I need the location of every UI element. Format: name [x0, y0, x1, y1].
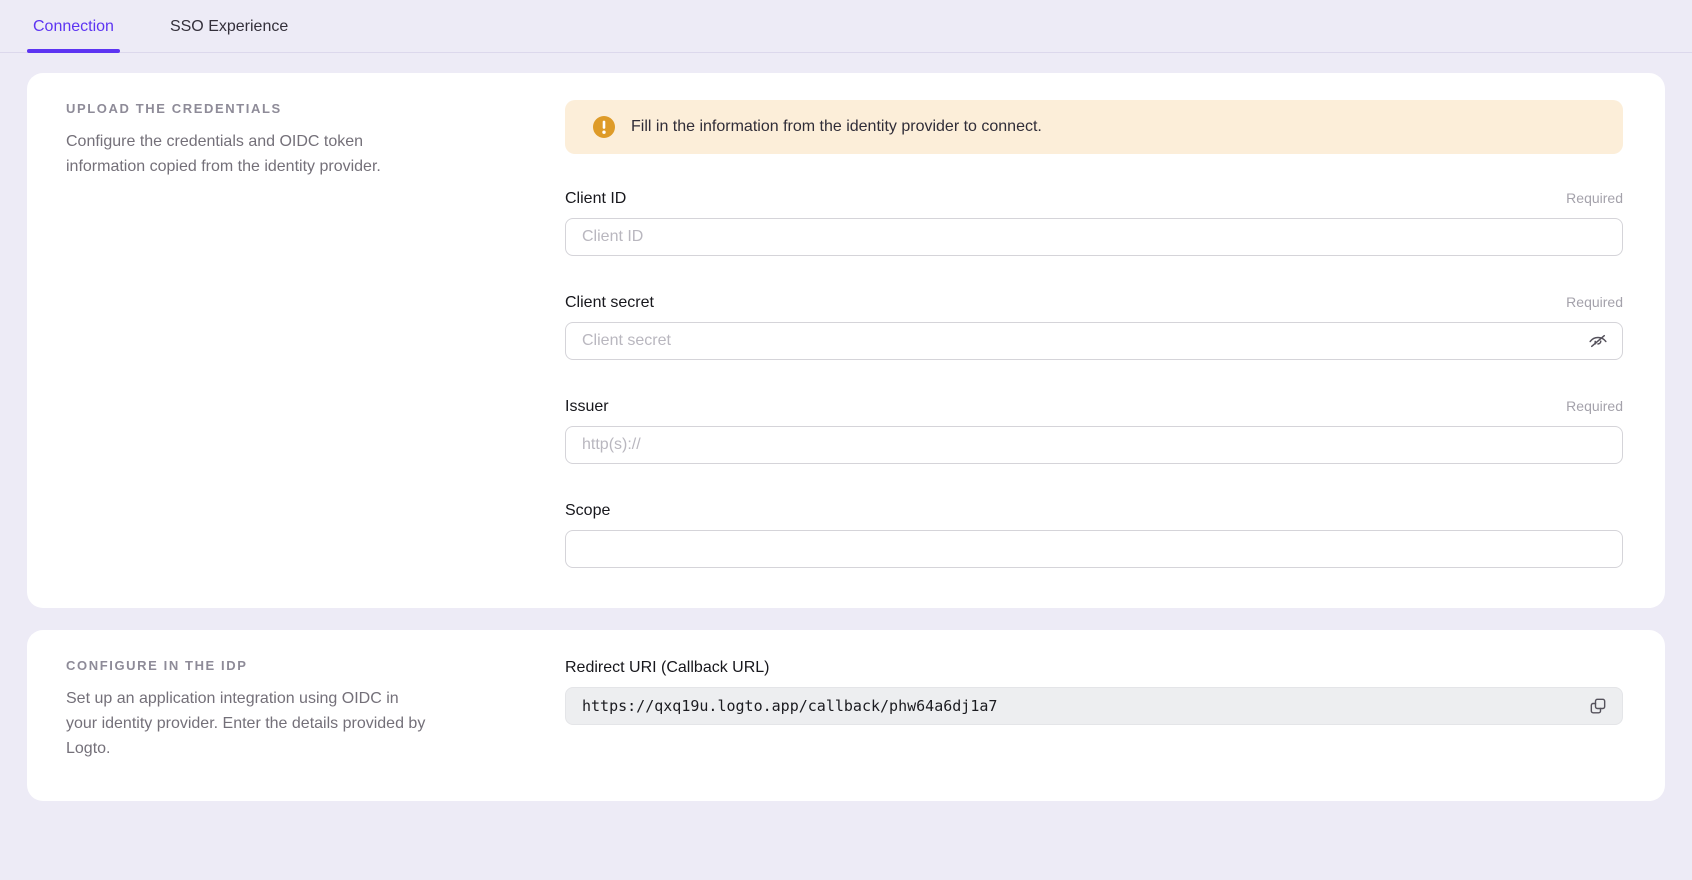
client-secret-input[interactable]	[566, 323, 1584, 359]
client-secret-required-tag: Required	[1566, 292, 1623, 312]
credentials-card-intro: UPLOAD THE CREDENTIALS Configure the cre…	[66, 100, 501, 568]
client-secret-label: Client secret	[565, 292, 654, 314]
idp-section-title: CONFIGURE IN THE IDP	[66, 657, 501, 674]
field-scope: Scope	[565, 500, 1623, 568]
copy-icon	[1588, 696, 1608, 716]
warning-icon	[593, 116, 615, 138]
idp-form: Redirect URI (Callback URL) https://qxq1…	[565, 657, 1623, 761]
tab-connection-label: Connection	[33, 18, 114, 35]
redirect-uri-value: https://qxq19u.logto.app/callback/phw64a…	[582, 697, 1584, 715]
alert-text: Fill in the information from the identit…	[631, 116, 1042, 138]
copy-button[interactable]	[1584, 692, 1612, 720]
issuer-input[interactable]	[565, 426, 1623, 464]
toggle-secret-visibility-button[interactable]	[1584, 327, 1612, 355]
credentials-card: UPLOAD THE CREDENTIALS Configure the cre…	[27, 73, 1665, 608]
redirect-uri-field: https://qxq19u.logto.app/callback/phw64a…	[565, 687, 1623, 725]
credentials-section-title: UPLOAD THE CREDENTIALS	[66, 100, 501, 117]
tab-sso-experience-label: SSO Experience	[170, 18, 288, 35]
field-client-id: Client ID Required	[565, 188, 1623, 256]
client-id-label: Client ID	[565, 188, 626, 210]
scope-label: Scope	[565, 500, 610, 522]
eye-off-icon	[1587, 330, 1609, 352]
credentials-form: Fill in the information from the identit…	[565, 100, 1623, 568]
client-id-required-tag: Required	[1566, 188, 1623, 208]
page-content: UPLOAD THE CREDENTIALS Configure the cre…	[0, 53, 1692, 801]
issuer-required-tag: Required	[1566, 396, 1623, 416]
idp-section-description: Set up an application integration using …	[66, 686, 501, 761]
idp-card-intro: CONFIGURE IN THE IDP Set up an applicati…	[66, 657, 501, 761]
client-id-input[interactable]	[565, 218, 1623, 256]
tab-connection[interactable]: Connection	[27, 16, 120, 52]
alert-banner: Fill in the information from the identit…	[565, 100, 1623, 154]
field-client-secret: Client secret Required	[565, 292, 1623, 360]
idp-card: CONFIGURE IN THE IDP Set up an applicati…	[27, 630, 1665, 801]
tab-sso-experience[interactable]: SSO Experience	[164, 16, 294, 52]
issuer-label: Issuer	[565, 396, 609, 418]
credentials-section-description: Configure the credentials and OIDC token…	[66, 129, 501, 179]
tab-bar: Connection SSO Experience	[0, 0, 1692, 53]
field-redirect-uri: Redirect URI (Callback URL) https://qxq1…	[565, 657, 1623, 725]
field-issuer: Issuer Required	[565, 396, 1623, 464]
client-secret-input-box	[565, 322, 1623, 360]
scope-input[interactable]	[565, 530, 1623, 568]
redirect-uri-label: Redirect URI (Callback URL)	[565, 657, 770, 679]
